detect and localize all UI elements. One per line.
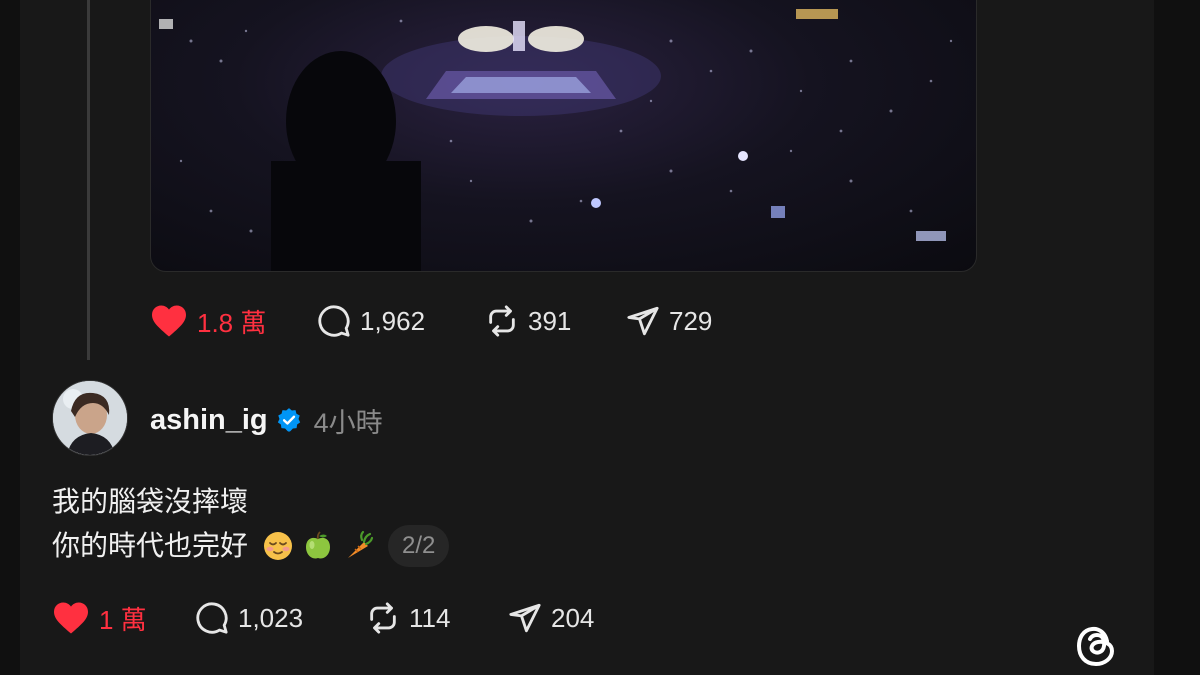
repost-icon: [489, 305, 515, 337]
comment-icon: [318, 305, 350, 337]
post-text-line: 你的時代也完好: [52, 530, 249, 561]
reply-count: 1,962: [360, 305, 426, 336]
share-icon: [627, 306, 659, 336]
relieved-face-emoji-icon: [264, 532, 293, 560]
share-count: 204: [551, 602, 595, 633]
repost-button[interactable]: 114: [366, 601, 508, 635]
share-count: 729: [669, 305, 713, 336]
post-timestamp[interactable]: 4小時: [314, 401, 383, 440]
like-button[interactable]: 1 萬: [52, 600, 195, 637]
post2-header: ashin_ig 4小時: [150, 398, 383, 442]
green-apple-emoji-icon: [306, 531, 331, 559]
reply-button[interactable]: 1,962: [317, 304, 485, 338]
share-button[interactable]: 729: [626, 304, 712, 338]
repost-icon: [370, 602, 396, 634]
repost-count: 391: [528, 305, 572, 336]
avatar[interactable]: [52, 380, 128, 456]
left-gutter: [0, 0, 20, 675]
post1-action-bar: 1.8 萬 1,962 391 729: [150, 301, 712, 341]
post-text-line: 我的腦袋沒摔壞: [52, 486, 249, 517]
post2-action-bar: 1 萬 1,023 114 204: [52, 598, 594, 638]
share-button[interactable]: 204: [508, 601, 594, 635]
username[interactable]: ashin_ig: [150, 404, 268, 437]
heart-icon: [54, 602, 88, 634]
verified-badge-icon: [276, 407, 302, 433]
carrot-emoji-icon: [348, 530, 374, 558]
reply-button[interactable]: 1,023: [195, 601, 366, 635]
share-icon: [509, 603, 541, 633]
threads-logo-icon: [1077, 626, 1114, 666]
like-button[interactable]: 1.8 萬: [150, 303, 317, 340]
post2-body: 我的腦袋沒摔壞 你的時代也完好 2/2: [52, 480, 450, 568]
comment-icon: [196, 602, 228, 634]
heart-icon: [152, 305, 186, 337]
thread-connector-line: [87, 0, 90, 360]
post-media-video[interactable]: [150, 0, 977, 272]
like-count: 1 萬: [99, 604, 147, 635]
reply-count: 1,023: [238, 602, 304, 633]
repost-count: 114: [409, 602, 451, 633]
right-gutter: [1154, 0, 1200, 675]
concert-scene: [159, 9, 953, 271]
page-indicator: 2/2: [388, 525, 450, 567]
like-count: 1.8 萬: [197, 307, 267, 338]
emoji-group: [262, 530, 374, 562]
repost-button[interactable]: 391: [485, 304, 626, 338]
avatar-image: [53, 381, 127, 455]
